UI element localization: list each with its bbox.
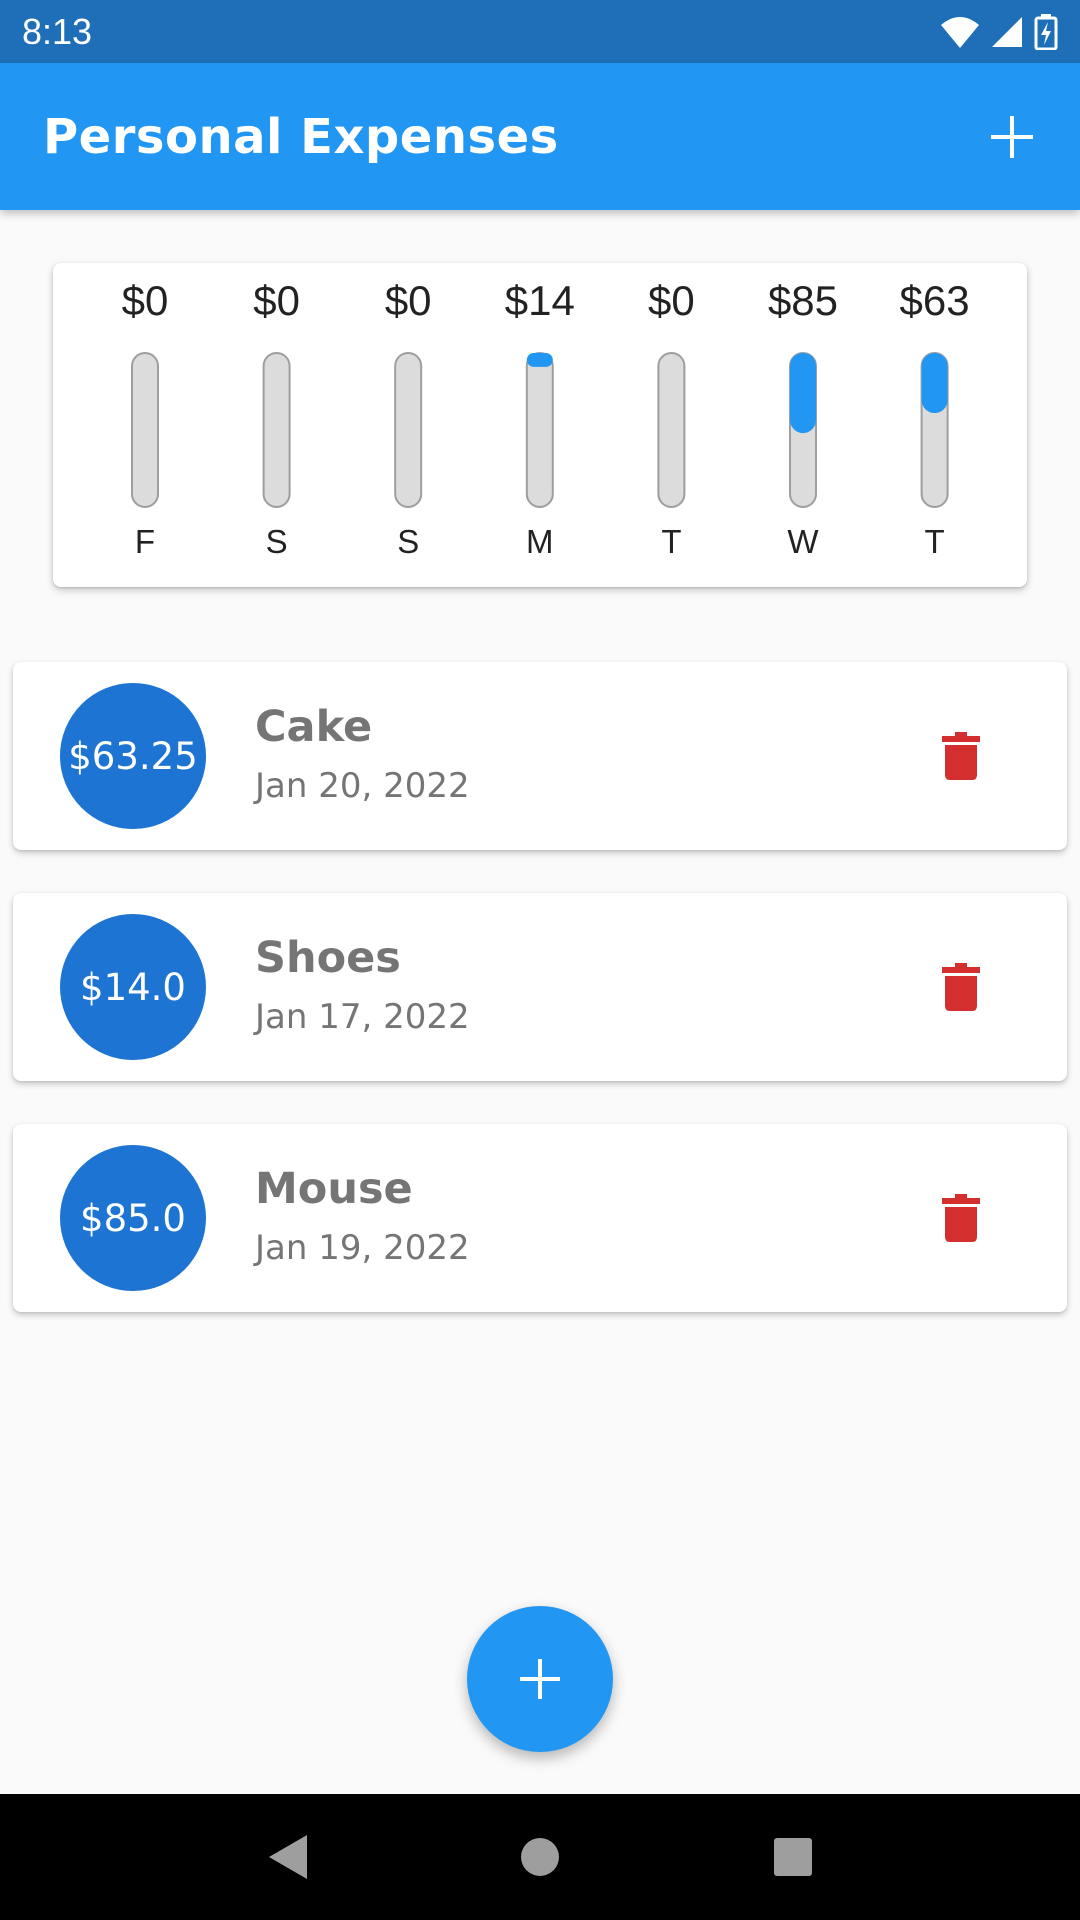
status-time: 8:13	[22, 10, 93, 52]
status-icons	[940, 13, 1058, 50]
recents-icon	[774, 1838, 813, 1876]
bar-fill	[921, 353, 948, 414]
bar-day-label: W	[787, 523, 819, 560]
amount-badge: $63.25	[60, 683, 206, 829]
expense-date: Jan 19, 2022	[255, 1228, 470, 1268]
weekly-chart: $0 F $0 S $0 S $14 M $0 T $85 W $63 T	[122, 277, 970, 560]
chart-bar-group: $14 M	[505, 277, 575, 560]
expense-title: Mouse	[255, 1164, 413, 1214]
expense-item: $63.25 Cake Jan 20, 2022	[13, 662, 1067, 850]
chart-bar-group: $0 T	[648, 277, 695, 560]
expense-item: $85.0 Mouse Jan 19, 2022	[13, 1124, 1067, 1312]
bar-track	[657, 352, 686, 508]
chart-bar-group: $85 W	[768, 277, 838, 560]
bar-track	[262, 352, 291, 508]
amount-badge: $85.0	[60, 1145, 206, 1291]
bar-day-label: S	[266, 523, 288, 560]
app-bar: Personal Expenses	[0, 63, 1080, 210]
chart-bar-group: $0 F	[122, 277, 169, 560]
nav-recents-button[interactable]	[753, 1817, 833, 1897]
bar-day-label: T	[661, 523, 681, 560]
expense-item: $14.0 Shoes Jan 17, 2022	[13, 893, 1067, 1081]
screen: 8:13 Personal Expenses $0 F $0 S $0 S $1…	[0, 0, 1080, 1920]
trash-icon	[942, 732, 980, 780]
chart-bar-group: $63 T	[900, 277, 970, 560]
bar-track	[131, 352, 159, 508]
status-bar: 8:13	[0, 0, 1080, 63]
nav-home-button[interactable]	[500, 1817, 580, 1897]
home-icon	[520, 1838, 559, 1876]
plus-icon	[991, 115, 1033, 158]
system-nav-bar	[0, 1794, 1080, 1920]
bar-amount-label: $63	[900, 277, 970, 324]
bar-day-label: M	[526, 523, 554, 560]
bar-day-label: F	[135, 523, 155, 560]
chart-bar-group: $0 S	[385, 277, 432, 560]
weekly-chart-card: $0 F $0 S $0 S $14 M $0 T $85 W $63 T	[53, 263, 1027, 587]
add-expense-button[interactable]	[982, 107, 1042, 167]
nav-back-button[interactable]	[247, 1817, 327, 1897]
bar-amount-label: $14	[505, 277, 575, 324]
trash-icon	[942, 963, 980, 1011]
bar-day-label: S	[397, 523, 419, 560]
back-icon	[268, 1835, 307, 1879]
amount-badge: $14.0	[60, 914, 206, 1060]
bar-amount-label: $0	[253, 277, 300, 324]
bar-track	[525, 352, 554, 508]
bar-day-label: T	[925, 523, 945, 560]
delete-button[interactable]	[931, 1188, 991, 1248]
chart-bar-group: $0 S	[253, 277, 300, 560]
expense-date: Jan 17, 2022	[255, 997, 470, 1037]
wifi-icon	[941, 16, 979, 48]
cellular-signal-icon	[992, 16, 1022, 47]
battery-charging-icon	[1034, 13, 1058, 50]
bar-amount-label: $85	[768, 277, 838, 324]
expense-title: Cake	[255, 702, 373, 752]
bar-amount-label: $0	[385, 277, 432, 324]
plus-icon	[520, 1659, 560, 1699]
bar-fill	[526, 353, 553, 367]
bar-fill	[790, 353, 816, 434]
bar-amount-label: $0	[648, 277, 695, 324]
expense-title: Shoes	[255, 933, 401, 983]
expense-date: Jan 20, 2022	[255, 766, 470, 806]
floating-add-button[interactable]	[467, 1606, 613, 1752]
trash-icon	[942, 1194, 980, 1242]
app-title: Personal Expenses	[43, 108, 559, 165]
delete-button[interactable]	[931, 726, 991, 786]
delete-button[interactable]	[931, 957, 991, 1017]
bar-amount-label: $0	[122, 277, 169, 324]
bar-track	[394, 352, 423, 508]
